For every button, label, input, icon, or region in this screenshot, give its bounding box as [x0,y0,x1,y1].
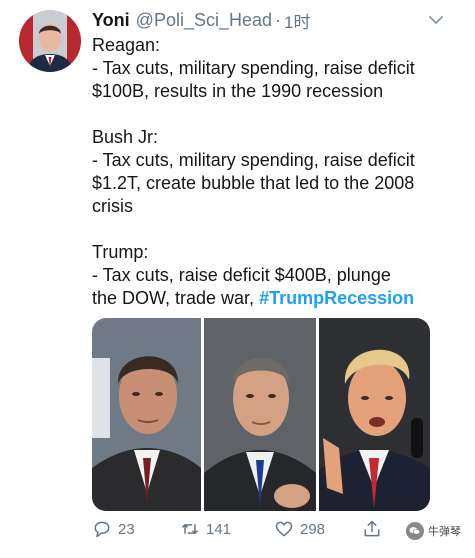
paragraph-trump: Trump: - Tax cuts, raise deficit $400B, … [92,241,462,310]
text-line: Reagan: [92,35,161,55]
hashtag-link[interactable]: #TrumpRecession [259,288,414,308]
text-line: crisis [92,196,133,216]
separator-dot: · [275,9,282,30]
avatar[interactable] [19,10,81,72]
wechat-icon [406,522,424,540]
bush-photo[interactable] [204,318,316,511]
text-line: the DOW, trade war, #TrumpRecession [92,287,462,310]
text-line: - Tax cuts, raise deficit $400B, plunge [92,265,391,285]
text-line: Bush Jr: [92,127,159,147]
display-name[interactable]: Yoni [92,10,130,31]
retweet-icon [182,524,198,534]
trump-photo[interactable] [319,318,430,511]
chevron-down-icon[interactable] [427,11,445,29]
text-line: - Tax cuts, military spending, raise def… [92,58,415,78]
paragraph-reagan: Reagan: - Tax cuts, military spending, r… [92,34,462,103]
text-line: Trump: [92,242,149,262]
like-count: 298 [300,520,326,538]
text-fragment: the DOW, trade war, [92,288,260,308]
tweet-header: Yoni @Poli_Sci_Head · 1时 [92,8,463,32]
reagan-photo[interactable] [92,318,201,511]
text-line: $100B, results in the 1990 recession [92,81,384,101]
like-button[interactable]: 298 [274,519,362,539]
user-handle[interactable]: @Poli_Sci_Head [136,10,272,31]
timestamp[interactable]: 1时 [284,8,310,33]
paragraph-bush: Bush Jr: - Tax cuts, military spending, … [92,126,462,218]
action-bar: 23 141 298 [92,516,432,542]
watermark: 牛弹琴 [406,522,461,540]
tweet-text: Reagan: - Tax cuts, military spending, r… [92,34,462,333]
retweet-count: 141 [206,520,232,538]
retweet-button[interactable]: 141 [180,519,274,539]
tweet[interactable]: Yoni @Poli_Sci_Head · 1时 Reagan: - Tax c… [0,0,475,558]
share-icon [364,520,380,537]
share-button[interactable] [362,519,402,539]
text-line: $1.2T, create bubble that led to the 200… [92,173,415,193]
reply-count: 23 [118,520,135,538]
watermark-text: 牛弹琴 [428,526,461,538]
reply-icon [94,521,110,538]
heart-icon [275,521,293,537]
media-grid[interactable] [92,318,430,511]
reply-button[interactable]: 23 [92,519,180,539]
text-line: - Tax cuts, military spending, raise def… [92,150,415,170]
